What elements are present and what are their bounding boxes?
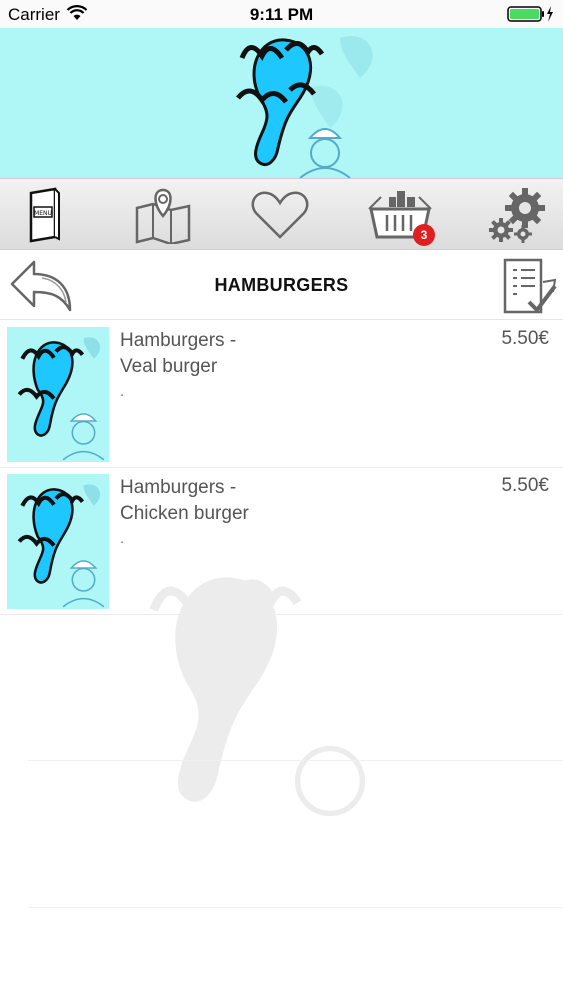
menu-button[interactable]: MENU — [0, 179, 90, 251]
category-titlebar: HAMBURGERS — [0, 250, 563, 320]
settings-button[interactable] — [473, 179, 563, 251]
map-icon — [135, 188, 191, 244]
order-list-icon[interactable] — [499, 256, 559, 316]
list-item[interactable]: Hamburgers - Veal burger . 5.50€ — [0, 321, 563, 468]
restaurant-logo-icon — [17, 484, 105, 608]
heart-icon — [251, 191, 309, 239]
page-title: HAMBURGERS — [214, 275, 349, 295]
main-toolbar: MENU — [0, 178, 563, 250]
product-thumbnail — [7, 474, 109, 609]
list-separator — [28, 760, 563, 761]
product-description: . — [120, 383, 125, 400]
menu-book-icon: MENU — [29, 187, 60, 243]
product-name-line1: Hamburgers - — [120, 330, 237, 351]
svg-text:MENU: MENU — [34, 210, 52, 217]
restaurant-logo-icon — [17, 337, 105, 461]
list-item[interactable]: Hamburgers - Chicken burger . 5.50€ — [0, 468, 563, 615]
status-bar: Carrier 9:11 PM — [0, 0, 563, 28]
back-arrow-icon[interactable] — [8, 258, 76, 314]
battery-icon — [507, 6, 553, 22]
favorites-button[interactable] — [235, 179, 325, 251]
product-name: Hamburgers - Chicken burger — [120, 475, 350, 527]
product-description: . — [120, 530, 125, 547]
map-button[interactable] — [118, 179, 208, 251]
product-price: 5.50€ — [501, 475, 549, 496]
product-name-line2: Veal burger — [120, 356, 218, 377]
product-thumbnail — [7, 327, 109, 462]
cart-count-badge: 3 — [413, 224, 435, 246]
product-name: Hamburgers - Veal burger — [120, 328, 350, 380]
product-price: 5.50€ — [501, 328, 549, 349]
product-list: Hamburgers - Veal burger . 5.50€ Hamburg… — [0, 321, 563, 1000]
list-separator — [28, 907, 563, 908]
product-name-line2: Chicken burger — [120, 503, 249, 524]
clock-label: 9:11 PM — [249, 5, 314, 24]
restaurant-logo-icon — [236, 36, 373, 178]
settings-gears-icon — [489, 188, 545, 243]
product-name-line1: Hamburgers - — [120, 477, 237, 498]
header-banner — [0, 28, 563, 178]
